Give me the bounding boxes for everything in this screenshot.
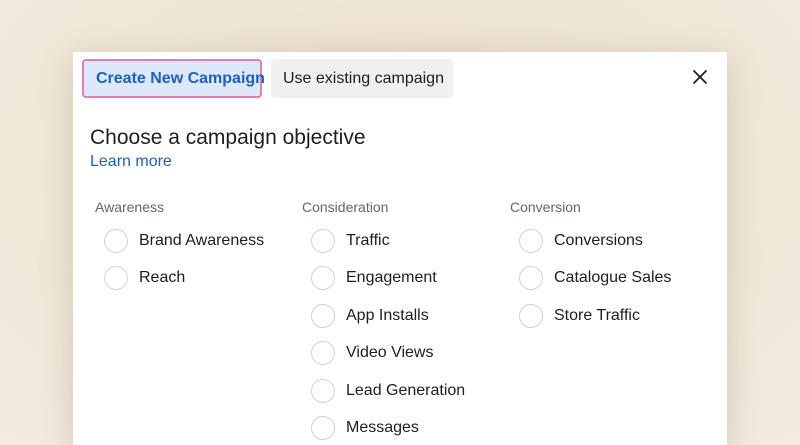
option-label: Reach bbox=[139, 269, 186, 287]
objective-options: Brand Awareness Reach bbox=[104, 222, 291, 297]
tab-use-existing-campaign[interactable]: Use existing campaign bbox=[271, 59, 453, 98]
objective-option-video-views[interactable]: Video Views bbox=[311, 335, 498, 373]
column-heading: Conversion bbox=[510, 199, 581, 215]
radio-button[interactable] bbox=[311, 303, 335, 328]
radio-button[interactable] bbox=[311, 228, 335, 253]
option-label: Brand Awareness bbox=[139, 231, 265, 249]
column-heading: Awareness bbox=[95, 199, 165, 215]
learn-more-link[interactable]: Learn more bbox=[90, 153, 172, 171]
objective-option-traffic[interactable]: Traffic bbox=[311, 222, 498, 260]
radio-button[interactable] bbox=[311, 378, 335, 403]
objective-option-catalogue-sales[interactable]: Catalogue Sales bbox=[519, 260, 706, 298]
objective-options: Conversions Catalogue Sales Store Traffi… bbox=[519, 222, 706, 335]
radio-button[interactable] bbox=[519, 266, 543, 291]
objective-options: Traffic Engagement App Installs Video Vi… bbox=[311, 222, 498, 445]
option-label: Catalogue Sales bbox=[554, 269, 672, 287]
option-label: Lead Generation bbox=[346, 381, 466, 399]
column-heading: Consideration bbox=[302, 199, 389, 215]
campaign-tabs: Create New Campaign Use existing campaig… bbox=[82, 59, 453, 98]
radio-button[interactable] bbox=[104, 266, 128, 291]
objective-option-conversions[interactable]: Conversions bbox=[519, 222, 706, 260]
option-label: Traffic bbox=[346, 231, 390, 249]
objective-option-brand-awareness[interactable]: Brand Awareness bbox=[104, 222, 291, 260]
option-label: Engagement bbox=[346, 269, 437, 287]
close-icon[interactable] bbox=[691, 68, 709, 86]
objective-option-engagement[interactable]: Engagement bbox=[311, 260, 498, 298]
option-label: App Installs bbox=[346, 306, 429, 324]
objective-option-lead-generation[interactable]: Lead Generation bbox=[311, 372, 498, 410]
option-label: Video Views bbox=[346, 344, 434, 362]
tab-create-new-campaign[interactable]: Create New Campaign bbox=[82, 59, 265, 98]
option-label: Messages bbox=[346, 419, 419, 437]
option-label: Conversions bbox=[554, 231, 643, 249]
radio-button[interactable] bbox=[519, 228, 543, 253]
radio-button[interactable] bbox=[311, 266, 335, 291]
option-label: Store Traffic bbox=[554, 306, 640, 324]
radio-button[interactable] bbox=[104, 228, 128, 253]
objective-column-awareness: Awareness Brand Awareness Reach bbox=[91, 199, 291, 297]
objective-option-app-installs[interactable]: App Installs bbox=[311, 297, 498, 335]
page-title: Choose a campaign objective bbox=[90, 126, 366, 149]
radio-button[interactable] bbox=[519, 303, 543, 328]
radio-button[interactable] bbox=[311, 341, 335, 366]
campaign-dialog: Create New Campaign Use existing campaig… bbox=[73, 52, 727, 445]
objective-option-store-traffic[interactable]: Store Traffic bbox=[519, 297, 706, 335]
objective-option-reach[interactable]: Reach bbox=[104, 260, 291, 298]
objective-column-conversion: Conversion Conversions Catalogue Sales S… bbox=[506, 199, 706, 335]
objective-column-consideration: Consideration Traffic Engagement App Ins… bbox=[298, 199, 498, 445]
radio-button[interactable] bbox=[311, 416, 335, 441]
objective-option-messages[interactable]: Messages bbox=[311, 410, 498, 445]
